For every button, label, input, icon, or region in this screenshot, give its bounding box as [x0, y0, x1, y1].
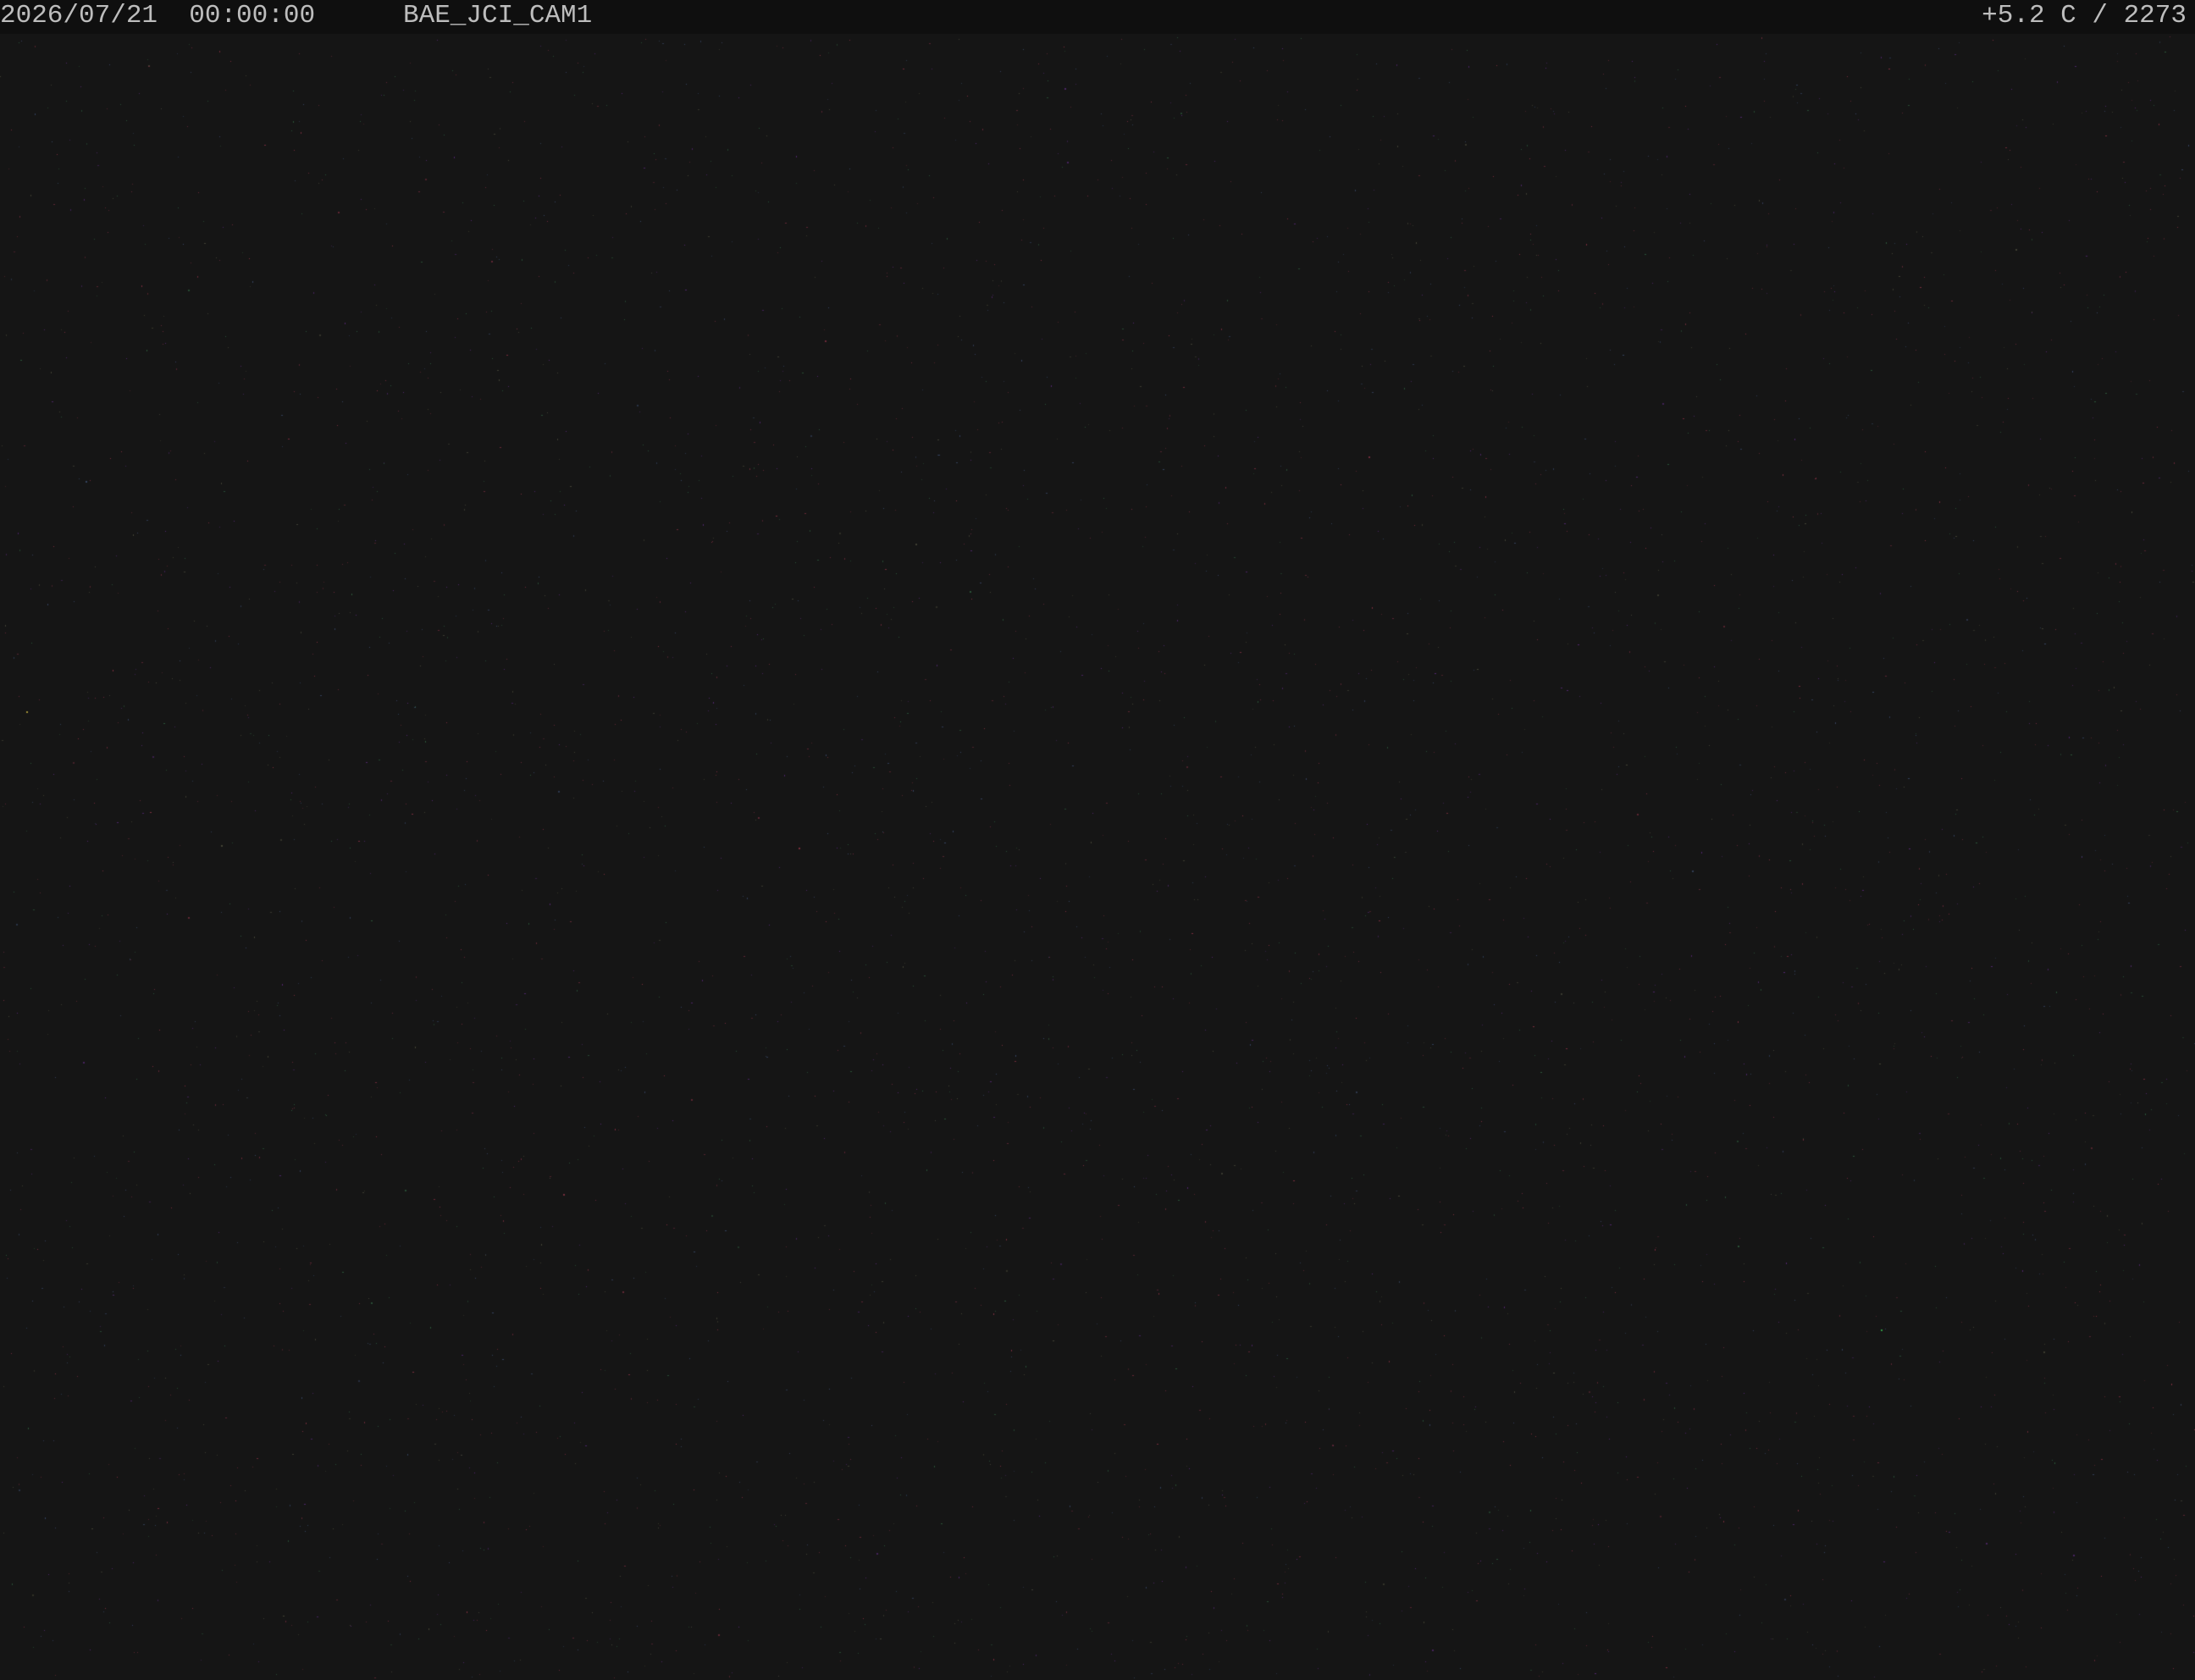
date-text: 2026/07/21 — [0, 1, 158, 30]
night-sky-noise — [0, 0, 2195, 1680]
camera-frame: 2026/07/21 00:00:00 BAE_JCI_CAM1 +5.2 C … — [0, 0, 2195, 1680]
camera-telemetry: +5.2 C / 2273 — [1982, 1, 2187, 30]
temperature-text: +5.2 C — [1982, 1, 2076, 30]
camera-overlay-bar: 2026/07/21 00:00:00 BAE_JCI_CAM1 +5.2 C … — [0, 0, 2195, 34]
time-text: 00:00:00 — [189, 1, 316, 30]
timestamp: 2026/07/21 00:00:00 — [0, 1, 315, 31]
camera-name: BAE_JCI_CAM1 — [403, 1, 593, 30]
counter-text: 2273 — [2123, 1, 2187, 30]
